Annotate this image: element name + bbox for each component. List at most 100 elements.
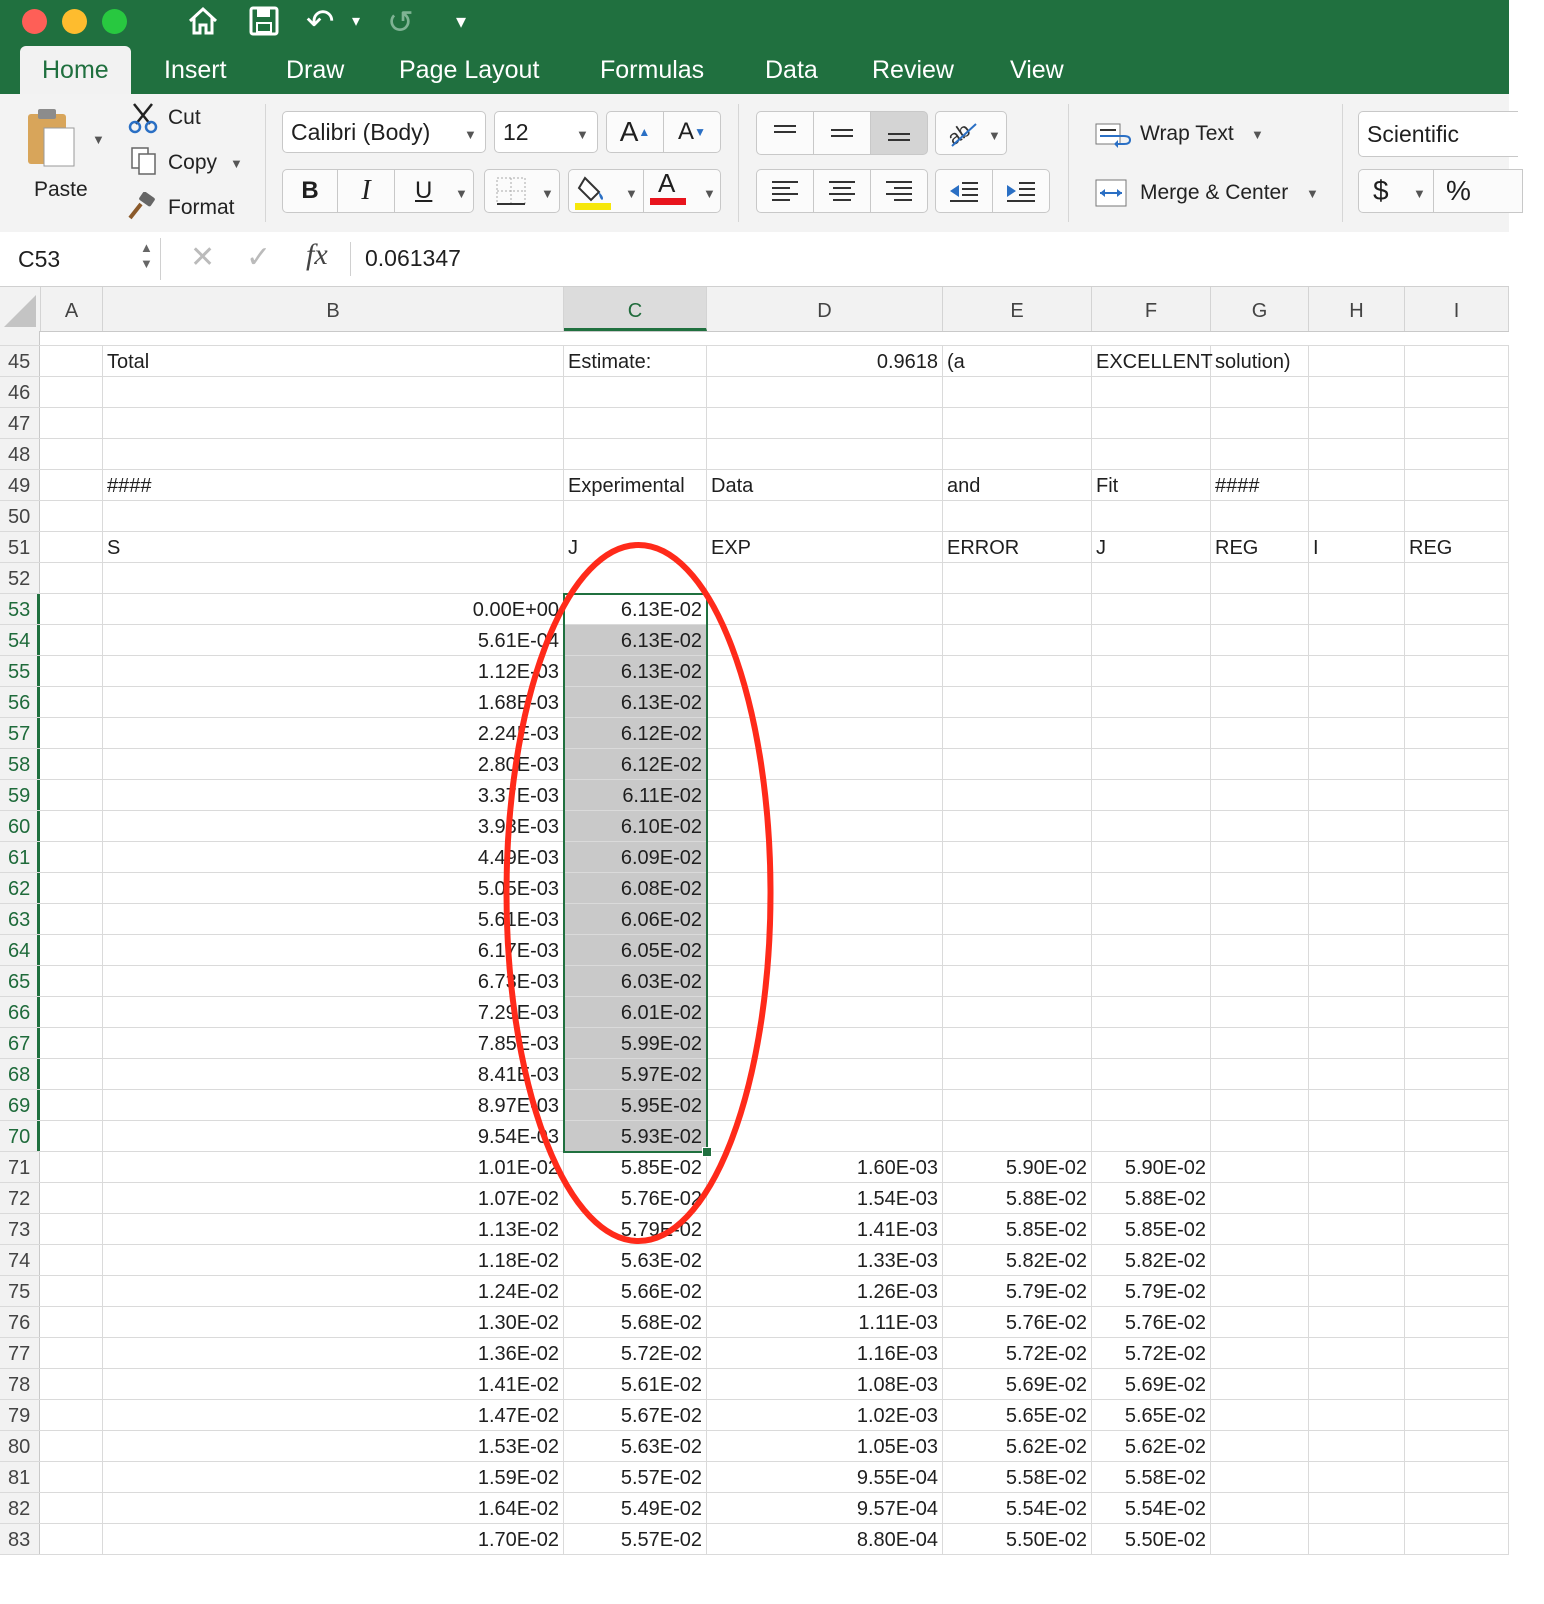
cell-b59[interactable]: 3.37E-03 — [103, 780, 564, 810]
cell-h79[interactable] — [1309, 1400, 1405, 1430]
cell-a71[interactable] — [41, 1152, 103, 1182]
cell-i56[interactable] — [1405, 687, 1509, 717]
row-header[interactable]: 68 — [0, 1059, 40, 1089]
cell-a45[interactable] — [41, 346, 103, 376]
cell-d49[interactable]: Data — [707, 470, 943, 500]
cell-b58[interactable]: 2.80E-03 — [103, 749, 564, 779]
cell-h72[interactable] — [1309, 1183, 1405, 1213]
cell-g57[interactable] — [1211, 718, 1309, 748]
cell-g50[interactable] — [1211, 501, 1309, 531]
cell-i62[interactable] — [1405, 873, 1509, 903]
cell-c72[interactable]: 5.76E-02 — [564, 1183, 707, 1213]
row-header[interactable]: 75 — [0, 1276, 40, 1306]
top-align-button[interactable] — [756, 111, 814, 155]
cell-e79[interactable]: 5.65E-02 — [943, 1400, 1092, 1430]
cell-d66[interactable] — [707, 997, 943, 1027]
cell-a67[interactable] — [41, 1028, 103, 1058]
cell-h68[interactable] — [1309, 1059, 1405, 1089]
cell-e48[interactable] — [943, 439, 1092, 469]
cell-c81[interactable]: 5.57E-02 — [564, 1462, 707, 1492]
copy-icon[interactable] — [130, 146, 158, 181]
cell-h62[interactable] — [1309, 873, 1405, 903]
cell-e49[interactable]: and — [943, 470, 1092, 500]
cell-c73[interactable]: 5.79E-02 — [564, 1214, 707, 1244]
cell-f49[interactable]: Fit — [1092, 470, 1211, 500]
cell-i63[interactable] — [1405, 904, 1509, 934]
column-header-a[interactable]: A — [41, 287, 103, 331]
row-header[interactable]: 63 — [0, 904, 40, 934]
font-name-dropdown-icon[interactable]: ▼ — [464, 127, 477, 142]
cell-f51[interactable]: J — [1092, 532, 1211, 562]
cell-e61[interactable] — [943, 842, 1092, 872]
cell-g73[interactable] — [1211, 1214, 1309, 1244]
cell-e77[interactable]: 5.72E-02 — [943, 1338, 1092, 1368]
cell-g55[interactable] — [1211, 656, 1309, 686]
cell-d82[interactable]: 9.57E-04 — [707, 1493, 943, 1523]
cell-h75[interactable] — [1309, 1276, 1405, 1306]
cell-e74[interactable]: 5.82E-02 — [943, 1245, 1092, 1275]
cell-g61[interactable] — [1211, 842, 1309, 872]
cell-e62[interactable] — [943, 873, 1092, 903]
cell-b55[interactable]: 1.12E-03 — [103, 656, 564, 686]
cell-c66[interactable]: 6.01E-02 — [564, 997, 707, 1027]
cell-e66[interactable] — [943, 997, 1092, 1027]
font-color-dropdown-icon[interactable]: ▼ — [703, 186, 716, 201]
row-header[interactable]: 74 — [0, 1245, 40, 1275]
cancel-edit-icon[interactable]: ✕ — [190, 240, 215, 275]
cell-e67[interactable] — [943, 1028, 1092, 1058]
number-format-select[interactable]: Scientific — [1358, 111, 1518, 157]
orientation-dropdown-icon[interactable]: ▼ — [988, 128, 1001, 143]
cell-a65[interactable] — [41, 966, 103, 996]
cell-i45[interactable] — [1405, 346, 1509, 376]
cell-h59[interactable] — [1309, 780, 1405, 810]
cell-f78[interactable]: 5.69E-02 — [1092, 1369, 1211, 1399]
cell-e47[interactable] — [943, 408, 1092, 438]
cell-g79[interactable] — [1211, 1400, 1309, 1430]
cell-i83[interactable] — [1405, 1524, 1509, 1554]
cell-d59[interactable] — [707, 780, 943, 810]
cell-i78[interactable] — [1405, 1369, 1509, 1399]
cell-b82[interactable]: 1.64E-02 — [103, 1493, 564, 1523]
cell-a60[interactable] — [41, 811, 103, 841]
cell-h60[interactable] — [1309, 811, 1405, 841]
cell-d81[interactable]: 9.55E-04 — [707, 1462, 943, 1492]
cell-i54[interactable] — [1405, 625, 1509, 655]
row-header-partial[interactable] — [0, 331, 40, 345]
cell-i75[interactable] — [1405, 1276, 1509, 1306]
cell-i60[interactable] — [1405, 811, 1509, 841]
cell-h46[interactable] — [1309, 377, 1405, 407]
cell-b64[interactable]: 6.17E-03 — [103, 935, 564, 965]
cell-i58[interactable] — [1405, 749, 1509, 779]
paste-dropdown-icon[interactable]: ▼ — [92, 132, 105, 147]
cell-b51[interactable]: S — [103, 532, 564, 562]
cell-a47[interactable] — [41, 408, 103, 438]
cell-g75[interactable] — [1211, 1276, 1309, 1306]
cell-d62[interactable] — [707, 873, 943, 903]
cell-f57[interactable] — [1092, 718, 1211, 748]
cell-g62[interactable] — [1211, 873, 1309, 903]
cell-b76[interactable]: 1.30E-02 — [103, 1307, 564, 1337]
cell-b66[interactable]: 7.29E-03 — [103, 997, 564, 1027]
cell-c77[interactable]: 5.72E-02 — [564, 1338, 707, 1368]
copy-button[interactable]: Copy — [168, 151, 217, 175]
confirm-edit-icon[interactable]: ✓ — [246, 240, 271, 275]
row-header[interactable]: 60 — [0, 811, 40, 841]
cell-b80[interactable]: 1.53E-02 — [103, 1431, 564, 1461]
cell-c56[interactable]: 6.13E-02 — [564, 687, 707, 717]
cell-g68[interactable] — [1211, 1059, 1309, 1089]
cell-d69[interactable] — [707, 1090, 943, 1120]
row-header[interactable]: 49 — [0, 470, 40, 500]
cell-e59[interactable] — [943, 780, 1092, 810]
cell-i47[interactable] — [1405, 408, 1509, 438]
cell-i76[interactable] — [1405, 1307, 1509, 1337]
merge-center-dropdown-icon[interactable]: ▼ — [1306, 186, 1319, 201]
cut-button[interactable]: Cut — [168, 106, 201, 130]
cell-g49[interactable]: #### — [1211, 470, 1309, 500]
cell-g65[interactable] — [1211, 966, 1309, 996]
cell-h65[interactable] — [1309, 966, 1405, 996]
cell-a55[interactable] — [41, 656, 103, 686]
cell-h73[interactable] — [1309, 1214, 1405, 1244]
cell-g76[interactable] — [1211, 1307, 1309, 1337]
cell-g78[interactable] — [1211, 1369, 1309, 1399]
column-header-b[interactable]: B — [103, 287, 564, 331]
